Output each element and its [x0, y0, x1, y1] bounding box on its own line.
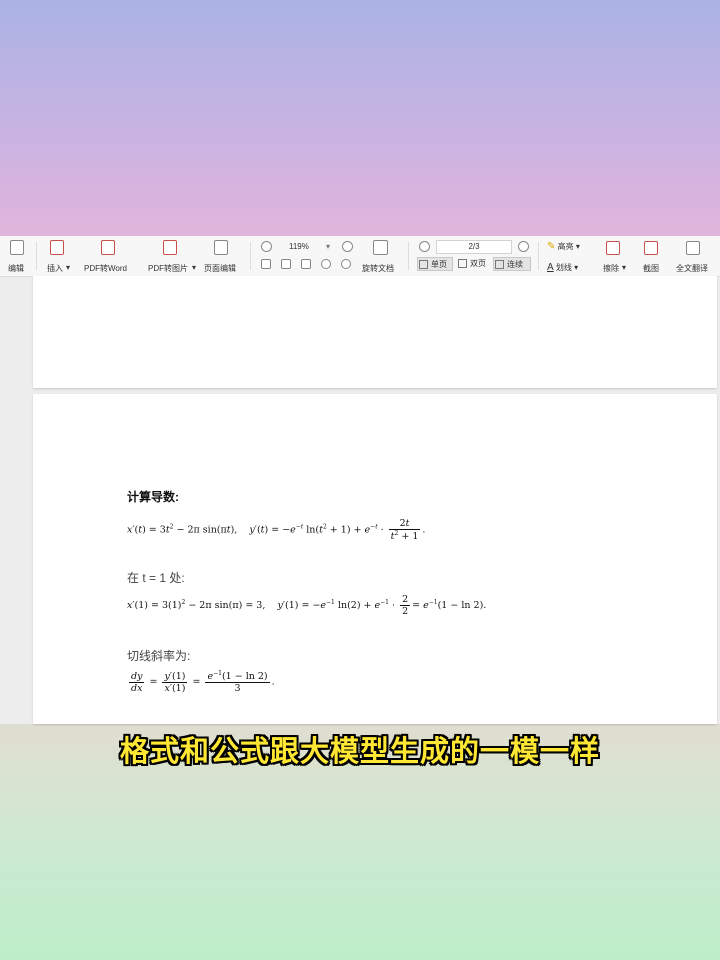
underline-label: 划线 — [555, 263, 572, 272]
divider — [538, 242, 539, 270]
highlighter-icon: ✎ — [547, 241, 556, 252]
image-icon[interactable] — [163, 240, 177, 255]
single-page-label: 单页 — [431, 260, 447, 269]
rotate-left-icon[interactable] — [321, 259, 331, 269]
rotate-document-button[interactable]: 旋转文档 — [362, 263, 394, 274]
word-icon[interactable] — [101, 240, 115, 255]
highlight-button[interactable]: ✎ 高亮 ▾ — [547, 241, 580, 252]
slope-label: 切线斜率为: — [127, 649, 191, 663]
zoom-dropdown-icon[interactable]: ▾ — [326, 240, 330, 254]
zoom-value: 119% — [289, 242, 309, 251]
highlight-label: 高亮 — [557, 242, 574, 251]
translate-icon[interactable] — [686, 241, 700, 255]
pdf-to-image-button[interactable]: PDF转图片 — [148, 263, 188, 274]
page-edit-icon[interactable] — [214, 240, 228, 255]
screenshot-icon[interactable] — [644, 241, 658, 255]
fraction: y′(1) x′(1) — [162, 670, 188, 694]
eraser-icon[interactable] — [606, 241, 620, 255]
evaluation-label: 在 t = 1 处: — [127, 571, 185, 585]
pdf-page-1 — [33, 276, 717, 388]
underline-button[interactable]: A 划线 ▾ — [547, 262, 578, 273]
pdf-reader-window: 编辑 插入 ▾ PDF转Word PDF转图片 ▾ 页面编辑 119% ▾ 旋转… — [0, 236, 720, 724]
zoom-out-icon[interactable] — [261, 241, 272, 252]
pdf-page-2: 计算导数: x′(t) = 3t2 − 2π sin(πt), y′(t) = … — [33, 394, 717, 724]
screenshot-button[interactable]: 截图 — [643, 263, 659, 274]
slope-equation: dy dx = y′(1) x′(1) = e−1(1 − ln 2) 3. — [129, 670, 275, 695]
divider — [408, 242, 409, 270]
rotate-right-icon[interactable] — [341, 259, 351, 269]
section-heading: 计算导数: — [127, 490, 179, 504]
double-page-button[interactable]: 双页 — [457, 257, 493, 271]
next-page-icon[interactable] — [518, 241, 529, 252]
single-page-button[interactable]: 单页 — [417, 257, 453, 271]
page-edit-button[interactable]: 页面编辑 — [204, 263, 236, 274]
edit-button[interactable]: 编辑 — [8, 263, 24, 274]
previous-page-icon[interactable] — [419, 241, 430, 252]
highlight-dropdown-icon: ▾ — [575, 242, 580, 251]
single-page-icon — [419, 260, 428, 269]
double-page-label: 双页 — [470, 259, 486, 268]
fit-width-icon[interactable] — [281, 259, 291, 269]
toolbar: 编辑 插入 ▾ PDF转Word PDF转图片 ▾ 页面编辑 119% ▾ 旋转… — [0, 236, 720, 277]
continuous-icon — [495, 260, 504, 269]
pdf-to-image-dropdown-icon[interactable]: ▾ — [192, 263, 196, 272]
insert-icon[interactable] — [50, 240, 64, 255]
erase-dropdown-icon[interactable]: ▾ — [622, 263, 626, 272]
underline-dropdown-icon: ▾ — [574, 263, 579, 272]
pdf-to-word-button[interactable]: PDF转Word — [84, 263, 127, 274]
zoom-in-icon[interactable] — [342, 241, 353, 252]
fraction: e−1(1 − ln 2) 3 — [205, 670, 270, 695]
fraction: 22 — [400, 594, 411, 617]
divider — [36, 242, 37, 270]
fraction: dy dx — [129, 670, 145, 694]
underline-icon: A — [547, 262, 554, 273]
divider — [250, 242, 251, 270]
actual-size-icon[interactable] — [301, 259, 311, 269]
continuous-button[interactable]: 连续 — [493, 257, 531, 271]
rotate-document-icon[interactable] — [373, 240, 388, 255]
evaluation-equation: x′(1) = 3(1)2 − 2π sin(π) = 3, y′(1) = −… — [127, 594, 487, 617]
insert-button[interactable]: 插入 — [47, 263, 63, 274]
edit-icon[interactable] — [10, 240, 24, 255]
translate-button[interactable]: 全文翻译 — [676, 263, 708, 274]
fit-page-icon[interactable] — [261, 259, 271, 269]
fraction: 2t t2 + 1 — [388, 518, 421, 543]
double-page-icon — [458, 259, 467, 268]
video-caption: 格式和公式跟大模型生成的一模一样 — [119, 736, 600, 768]
page-number-input[interactable]: 2/3 — [436, 240, 512, 254]
derivative-equation: x′(t) = 3t2 − 2π sin(πt), y′(t) = −e−t l… — [127, 518, 426, 543]
zoom-level[interactable]: 119% ▾ — [284, 240, 334, 254]
continuous-label: 连续 — [507, 260, 523, 269]
erase-button[interactable]: 擦除 — [603, 263, 619, 274]
insert-dropdown-icon[interactable]: ▾ — [66, 263, 70, 272]
